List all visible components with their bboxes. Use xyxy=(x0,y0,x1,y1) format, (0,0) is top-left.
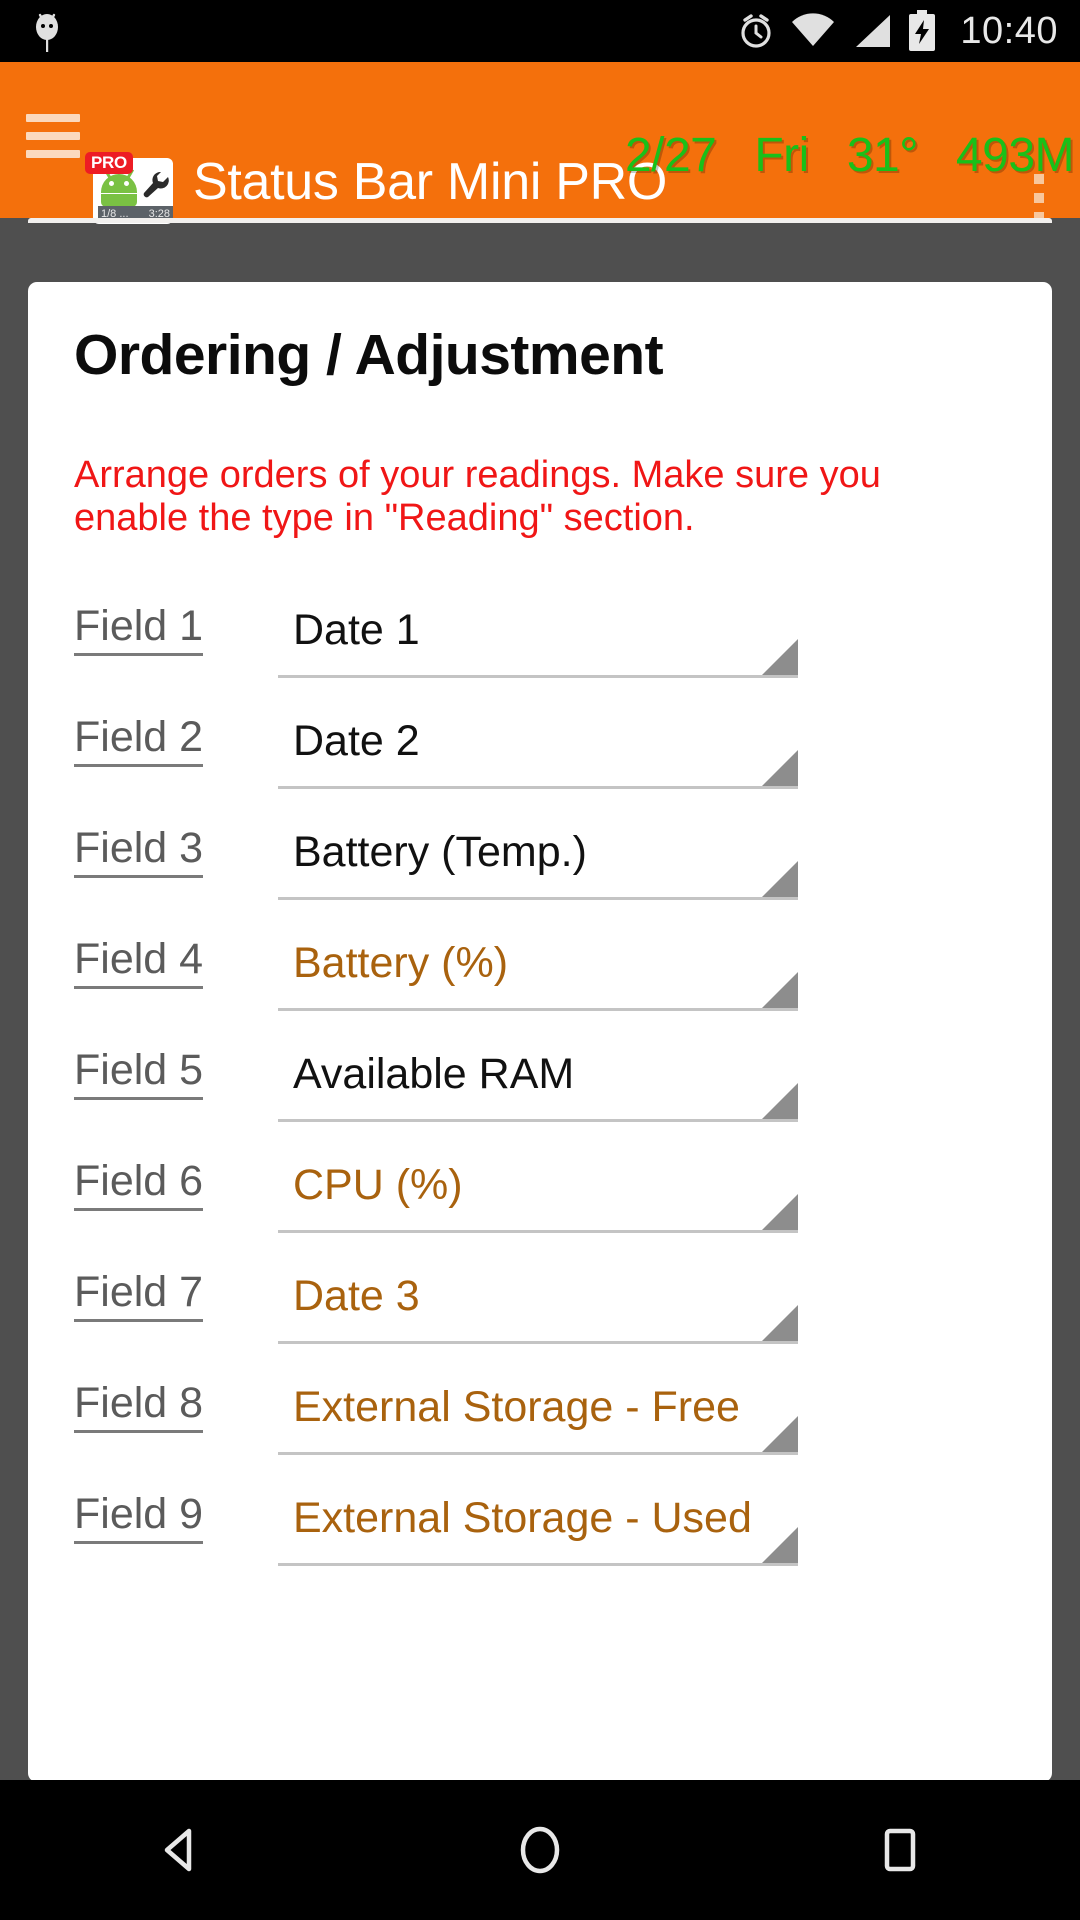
spinner-dropdown-icon xyxy=(762,639,798,675)
cellular-signal-icon xyxy=(856,15,891,47)
field-row: Field 7 Date 3 xyxy=(28,1250,1052,1361)
spinner-dropdown-icon xyxy=(762,1083,798,1119)
field-spinner-value: Date 2 xyxy=(293,717,420,765)
field-spinner-value: Date 3 xyxy=(293,1272,420,1320)
system-navigation-bar xyxy=(0,1780,1080,1920)
back-icon xyxy=(164,1828,192,1872)
field-label: Field 3 xyxy=(74,825,204,879)
field-row: Field 4 Battery (%) xyxy=(28,917,1052,1028)
field-spinner-value: CPU (%) xyxy=(293,1161,463,1209)
spinner-dropdown-icon xyxy=(762,1416,798,1452)
spinner-dropdown-icon xyxy=(762,1305,798,1341)
field-row: Field 2 Date 2 xyxy=(28,695,1052,806)
spinner-dropdown-icon xyxy=(762,750,798,786)
field-label: Field 9 xyxy=(74,1491,204,1545)
field-row: Field 9 External Storage - Used xyxy=(28,1472,1052,1583)
field-spinner-value: Available RAM xyxy=(293,1050,575,1098)
field-spinner[interactable]: Available RAM xyxy=(278,1036,798,1122)
hamburger-menu-icon[interactable] xyxy=(26,114,80,158)
status-bar-clock: 10:40 xyxy=(960,9,1058,52)
field-spinner-value: External Storage - Used xyxy=(293,1494,752,1542)
android-robot-icon xyxy=(101,168,137,207)
status-bar-right-icons: 10:40 xyxy=(736,0,1058,62)
field-spinner[interactable]: Date 3 xyxy=(278,1258,798,1344)
field-spinner[interactable]: External Storage - Free xyxy=(278,1369,798,1455)
field-spinner[interactable]: Battery (Temp.) xyxy=(278,814,798,900)
status-bar-left-icons xyxy=(0,10,64,52)
alarm-clock-icon xyxy=(741,14,772,48)
pro-badge: PRO xyxy=(85,152,133,175)
field-label: Field 5 xyxy=(74,1047,204,1101)
field-spinner[interactable]: External Storage - Used xyxy=(278,1480,798,1566)
instruction-note: Arrange orders of your readings. Make su… xyxy=(74,454,881,539)
ordering-adjustment-card: Ordering / Adjustment Arrange orders of … xyxy=(28,282,1052,1782)
overlay-reading-ram: 493M xyxy=(955,129,1075,182)
app-icon: 1/8 ... 3:28 PRO xyxy=(85,152,173,224)
battery-charging-icon xyxy=(909,10,936,51)
app-bar: 1/8 ... 3:28 PRO Status Bar Mini PRO 2/2… xyxy=(0,62,1080,224)
spinner-dropdown-icon xyxy=(762,972,798,1008)
field-row: Field 3 Battery (Temp.) xyxy=(28,806,1052,917)
field-list: Field 1 Date 1 Field 2 Date 2 Field 3 Battery… xyxy=(28,584,1052,1583)
spinner-dropdown-icon xyxy=(762,861,798,897)
wrench-icon xyxy=(143,171,169,198)
recents-icon xyxy=(884,1828,916,1872)
phone-screen: 10:40 1/8 ... 3:28 PRO Status Bar Mini P… xyxy=(0,0,1080,1920)
field-row: Field 6 CPU (%) xyxy=(28,1139,1052,1250)
field-spinner-value: External Storage - Free xyxy=(293,1383,740,1431)
field-spinner[interactable]: Date 1 xyxy=(278,592,798,678)
field-row: Field 8 External Storage - Free xyxy=(28,1361,1052,1472)
field-label: Field 8 xyxy=(74,1380,204,1434)
field-label: Field 7 xyxy=(74,1269,204,1323)
app-title: Status Bar Mini PRO xyxy=(193,153,668,211)
status-bar-overlay-preview: 2/27 Fri 31° 493M xyxy=(624,128,1075,183)
recents-button[interactable] xyxy=(820,1780,980,1920)
overlay-reading-weekday: Fri xyxy=(754,129,809,182)
page-title: Ordering / Adjustment xyxy=(74,323,664,387)
previous-card-sliver xyxy=(28,218,1052,223)
wifi-icon xyxy=(792,13,835,46)
overlay-reading-date: 2/27 xyxy=(624,129,717,182)
home-button[interactable] xyxy=(460,1780,620,1920)
android-debug-icon xyxy=(36,13,58,52)
field-label: Field 4 xyxy=(74,936,204,990)
field-label: Field 6 xyxy=(74,1158,204,1212)
field-label: Field 2 xyxy=(74,714,204,768)
field-spinner-value: Date 1 xyxy=(293,606,420,654)
field-spinner-value: Battery (%) xyxy=(293,939,509,987)
spinner-dropdown-icon xyxy=(762,1194,798,1230)
field-spinner[interactable]: Date 2 xyxy=(278,703,798,789)
overlay-reading-temp: 31° xyxy=(846,129,919,182)
field-row: Field 5 Available RAM xyxy=(28,1028,1052,1139)
field-spinner[interactable]: CPU (%) xyxy=(278,1147,798,1233)
field-label: Field 1 xyxy=(74,603,204,657)
spinner-dropdown-icon xyxy=(762,1527,798,1563)
field-spinner-value: Battery (Temp.) xyxy=(293,828,587,876)
field-spinner[interactable]: Battery (%) xyxy=(278,925,798,1011)
overflow-menu-icon[interactable] xyxy=(1034,174,1044,222)
field-row: Field 1 Date 1 xyxy=(28,584,1052,695)
home-icon xyxy=(520,1826,560,1874)
system-status-bar: 10:40 xyxy=(0,0,1080,62)
back-button[interactable] xyxy=(100,1780,260,1920)
